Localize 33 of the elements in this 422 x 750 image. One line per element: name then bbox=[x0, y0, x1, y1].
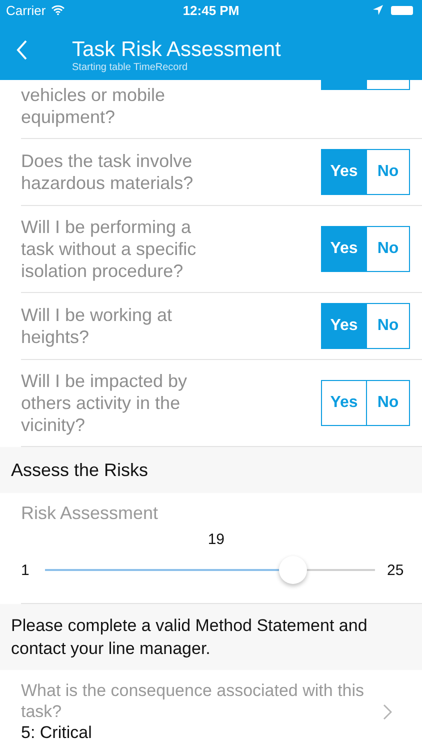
question-text: Does the task involve hazardous materials? bbox=[21, 150, 194, 194]
question-text: vehicles or mobile equipment? bbox=[21, 84, 166, 128]
page-subtitle: Starting table TimeRecord bbox=[72, 62, 189, 74]
chevron-right-icon bbox=[383, 704, 392, 720]
page-title: Task Risk Assessment bbox=[72, 38, 281, 62]
question-text: Will I be working at heights? bbox=[21, 304, 174, 348]
no-button[interactable]: No bbox=[367, 149, 410, 195]
section-header: Assess the Risks bbox=[11, 460, 148, 480]
yes-button[interactable]: Yes bbox=[321, 380, 367, 426]
field-label: Risk Assessment bbox=[21, 503, 160, 523]
slider-min-label: 1 bbox=[21, 562, 30, 578]
clock-time: 12:45 PM bbox=[182, 2, 240, 18]
yes-button[interactable]: Yes bbox=[321, 149, 367, 195]
no-button[interactable]: No bbox=[367, 226, 410, 272]
no-button[interactable] bbox=[367, 80, 410, 90]
question-text: Will I be impacted by others activity in the vicinity? bbox=[21, 370, 188, 436]
wifi-icon bbox=[50, 5, 65, 15]
question-text: Will I be performing a task without a specific isolation procedure? bbox=[21, 216, 198, 282]
yes-button[interactable]: Yes bbox=[321, 303, 367, 349]
question-text: What is the consequence associated with this task? bbox=[21, 680, 366, 722]
yes-button[interactable]: Yes bbox=[321, 226, 367, 272]
warning-message: Please complete a valid Method Statement and contact your line manager. bbox=[11, 615, 368, 660]
no-button[interactable]: No bbox=[367, 303, 410, 349]
back-icon[interactable] bbox=[16, 40, 28, 60]
battery-icon bbox=[391, 6, 413, 14]
consequence-row[interactable]: What is the consequence associated with this task? 5: Critical bbox=[0, 670, 422, 750]
carrier-label: Carrier bbox=[6, 2, 46, 18]
slider-value: 19 bbox=[208, 531, 226, 548]
location-arrow-icon bbox=[373, 5, 383, 15]
selected-value: 5: Critical bbox=[21, 722, 93, 744]
slider-max-label: 25 bbox=[387, 562, 404, 578]
no-button[interactable]: No bbox=[367, 380, 410, 426]
slider-thumb[interactable] bbox=[278, 556, 306, 584]
